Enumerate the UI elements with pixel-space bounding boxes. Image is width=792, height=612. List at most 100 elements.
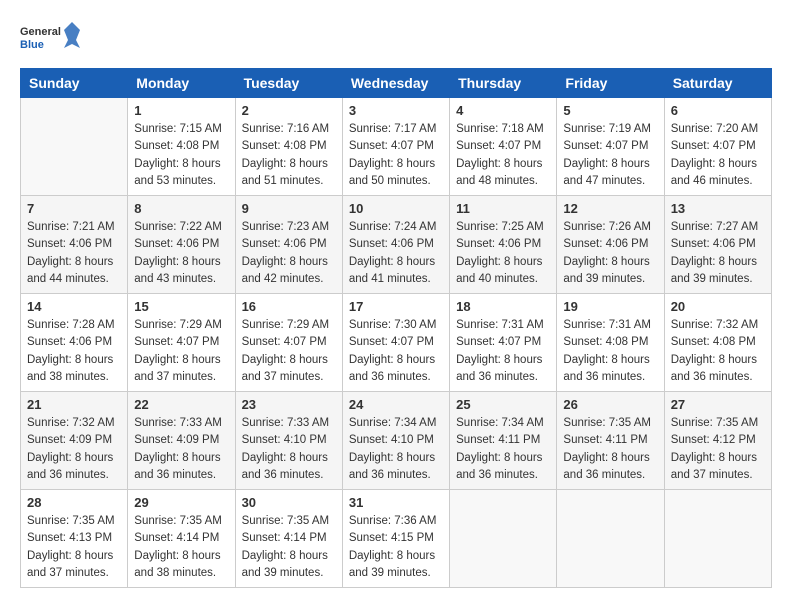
calendar-cell: 3Sunrise: 7:17 AMSunset: 4:07 PMDaylight… <box>342 98 449 196</box>
calendar-cell: 2 Sunrise: 7:16 AMSunset: 4:08 PMDaylight… <box>235 98 342 196</box>
calendar-cell <box>664 490 771 588</box>
day-number: 3 <box>349 103 443 118</box>
day-number: 6 <box>671 103 765 118</box>
calendar-cell <box>557 490 664 588</box>
calendar-cell: 23Sunrise: 7:33 AMSunset: 4:10 PMDayligh… <box>235 392 342 490</box>
day-number: 15 <box>134 299 228 314</box>
day-number: 7 <box>27 201 121 216</box>
calendar-cell: 24 Sunrise: 7:34 AMSunset: 4:10 PMDayligh… <box>342 392 449 490</box>
day-info: Sunrise: 7:26 AMSunset: 4:06 PMDaylight:… <box>563 219 657 288</box>
calendar-cell: 22Sunrise: 7:33 AMSunset: 4:09 PMDayligh… <box>128 392 235 490</box>
day-info: Sunrise: 7:29 AMSunset: 4:07 PMDaylight:… <box>242 317 336 386</box>
calendar-cell: 9 Sunrise: 7:23 AMSunset: 4:06 PMDaylight… <box>235 196 342 294</box>
header-sunday: Sunday <box>21 69 128 98</box>
calendar-cell: 26Sunrise: 7:35 AMSunset: 4:11 PMDayligh… <box>557 392 664 490</box>
day-number: 16 <box>242 299 336 314</box>
day-info: Sunrise: 7:22 AMSunset: 4:06 PMDaylight:… <box>134 219 228 288</box>
day-info: Sunrise: 7:29 AMSunset: 4:07 PMDaylight:… <box>134 317 228 386</box>
calendar-cell: 17 Sunrise: 7:30 AMSunset: 4:07 PMDayligh… <box>342 294 449 392</box>
day-number: 2 <box>242 103 336 118</box>
day-number: 26 <box>563 397 657 412</box>
day-number: 18 <box>456 299 550 314</box>
header-friday: Friday <box>557 69 664 98</box>
day-info: Sunrise: 7:20 AMSunset: 4:07 PMDaylight:… <box>671 121 765 190</box>
calendar-cell: 8 Sunrise: 7:22 AMSunset: 4:06 PMDaylight… <box>128 196 235 294</box>
day-info: Sunrise: 7:35 AMSunset: 4:12 PMDaylight:… <box>671 415 765 484</box>
calendar-cell: 25 Sunrise: 7:34 AMSunset: 4:11 PMDayligh… <box>450 392 557 490</box>
calendar-cell: 20 Sunrise: 7:32 AMSunset: 4:08 PMDayligh… <box>664 294 771 392</box>
day-number: 27 <box>671 397 765 412</box>
calendar-cell: 10Sunrise: 7:24 AMSunset: 4:06 PMDayligh… <box>342 196 449 294</box>
day-info: Sunrise: 7:24 AMSunset: 4:06 PMDaylight:… <box>349 219 443 288</box>
day-info: Sunrise: 7:36 AMSunset: 4:15 PMDaylight:… <box>349 513 443 582</box>
calendar-cell: 16 Sunrise: 7:29 AMSunset: 4:07 PMDayligh… <box>235 294 342 392</box>
header-thursday: Thursday <box>450 69 557 98</box>
calendar-cell: 12 Sunrise: 7:26 AMSunset: 4:06 PMDayligh… <box>557 196 664 294</box>
calendar-cell: 19 Sunrise: 7:31 AMSunset: 4:08 PMDayligh… <box>557 294 664 392</box>
week-row-5: 28 Sunrise: 7:35 AMSunset: 4:13 PMDayligh… <box>21 490 772 588</box>
logo-svg: General Blue <box>20 20 80 60</box>
day-info: Sunrise: 7:15 AMSunset: 4:08 PMDaylight:… <box>134 121 228 190</box>
day-number: 8 <box>134 201 228 216</box>
day-info: Sunrise: 7:23 AMSunset: 4:06 PMDaylight:… <box>242 219 336 288</box>
day-info: Sunrise: 7:32 AMSunset: 4:09 PMDaylight:… <box>27 415 121 484</box>
day-number: 5 <box>563 103 657 118</box>
day-number: 25 <box>456 397 550 412</box>
day-info: Sunrise: 7:31 AMSunset: 4:08 PMDaylight:… <box>563 317 657 386</box>
day-number: 12 <box>563 201 657 216</box>
day-number: 29 <box>134 495 228 510</box>
week-row-3: 14 Sunrise: 7:28 AMSunset: 4:06 PMDayligh… <box>21 294 772 392</box>
calendar-cell: 6 Sunrise: 7:20 AMSunset: 4:07 PMDaylight… <box>664 98 771 196</box>
calendar-cell: 14 Sunrise: 7:28 AMSunset: 4:06 PMDayligh… <box>21 294 128 392</box>
day-number: 30 <box>242 495 336 510</box>
calendar-table: SundayMondayTuesdayWednesdayThursdayFrid… <box>20 68 772 588</box>
day-number: 21 <box>27 397 121 412</box>
day-info: Sunrise: 7:30 AMSunset: 4:07 PMDaylight:… <box>349 317 443 386</box>
day-number: 19 <box>563 299 657 314</box>
week-row-4: 21 Sunrise: 7:32 AMSunset: 4:09 PMDayligh… <box>21 392 772 490</box>
calendar-cell: 27 Sunrise: 7:35 AMSunset: 4:12 PMDayligh… <box>664 392 771 490</box>
svg-text:Blue: Blue <box>20 39 44 51</box>
day-info: Sunrise: 7:35 AMSunset: 4:13 PMDaylight:… <box>27 513 121 582</box>
day-info: Sunrise: 7:34 AMSunset: 4:11 PMDaylight:… <box>456 415 550 484</box>
calendar-cell: 21 Sunrise: 7:32 AMSunset: 4:09 PMDayligh… <box>21 392 128 490</box>
day-info: Sunrise: 7:32 AMSunset: 4:08 PMDaylight:… <box>671 317 765 386</box>
week-row-2: 7Sunrise: 7:21 AMSunset: 4:06 PMDaylight… <box>21 196 772 294</box>
day-number: 11 <box>456 201 550 216</box>
day-number: 1 <box>134 103 228 118</box>
header-tuesday: Tuesday <box>235 69 342 98</box>
calendar-cell: 18 Sunrise: 7:31 AMSunset: 4:07 PMDayligh… <box>450 294 557 392</box>
calendar-cell: 28 Sunrise: 7:35 AMSunset: 4:13 PMDayligh… <box>21 490 128 588</box>
calendar-cell: 4 Sunrise: 7:18 AMSunset: 4:07 PMDaylight… <box>450 98 557 196</box>
calendar-cell: 15 Sunrise: 7:29 AMSunset: 4:07 PMDayligh… <box>128 294 235 392</box>
logo: General Blue <box>20 20 80 60</box>
header-saturday: Saturday <box>664 69 771 98</box>
day-number: 9 <box>242 201 336 216</box>
calendar-cell: 5 Sunrise: 7:19 AMSunset: 4:07 PMDaylight… <box>557 98 664 196</box>
week-row-1: 1 Sunrise: 7:15 AMSunset: 4:08 PMDaylight… <box>21 98 772 196</box>
calendar-cell: 29Sunrise: 7:35 AMSunset: 4:14 PMDayligh… <box>128 490 235 588</box>
day-number: 14 <box>27 299 121 314</box>
day-number: 20 <box>671 299 765 314</box>
day-info: Sunrise: 7:28 AMSunset: 4:06 PMDaylight:… <box>27 317 121 386</box>
day-info: Sunrise: 7:19 AMSunset: 4:07 PMDaylight:… <box>563 121 657 190</box>
svg-text:General: General <box>20 26 61 38</box>
header-wednesday: Wednesday <box>342 69 449 98</box>
day-info: Sunrise: 7:33 AMSunset: 4:09 PMDaylight:… <box>134 415 228 484</box>
day-number: 28 <box>27 495 121 510</box>
day-number: 31 <box>349 495 443 510</box>
day-number: 24 <box>349 397 443 412</box>
day-number: 13 <box>671 201 765 216</box>
day-info: Sunrise: 7:35 AMSunset: 4:14 PMDaylight:… <box>242 513 336 582</box>
day-number: 4 <box>456 103 550 118</box>
calendar-cell: 13 Sunrise: 7:27 AMSunset: 4:06 PMDayligh… <box>664 196 771 294</box>
day-info: Sunrise: 7:31 AMSunset: 4:07 PMDaylight:… <box>456 317 550 386</box>
calendar-cell <box>21 98 128 196</box>
day-info: Sunrise: 7:33 AMSunset: 4:10 PMDaylight:… <box>242 415 336 484</box>
header-row: SundayMondayTuesdayWednesdayThursdayFrid… <box>21 69 772 98</box>
day-info: Sunrise: 7:18 AMSunset: 4:07 PMDaylight:… <box>456 121 550 190</box>
day-info: Sunrise: 7:16 AMSunset: 4:08 PMDaylight:… <box>242 121 336 190</box>
day-number: 17 <box>349 299 443 314</box>
day-info: Sunrise: 7:34 AMSunset: 4:10 PMDaylight:… <box>349 415 443 484</box>
day-info: Sunrise: 7:27 AMSunset: 4:06 PMDaylight:… <box>671 219 765 288</box>
